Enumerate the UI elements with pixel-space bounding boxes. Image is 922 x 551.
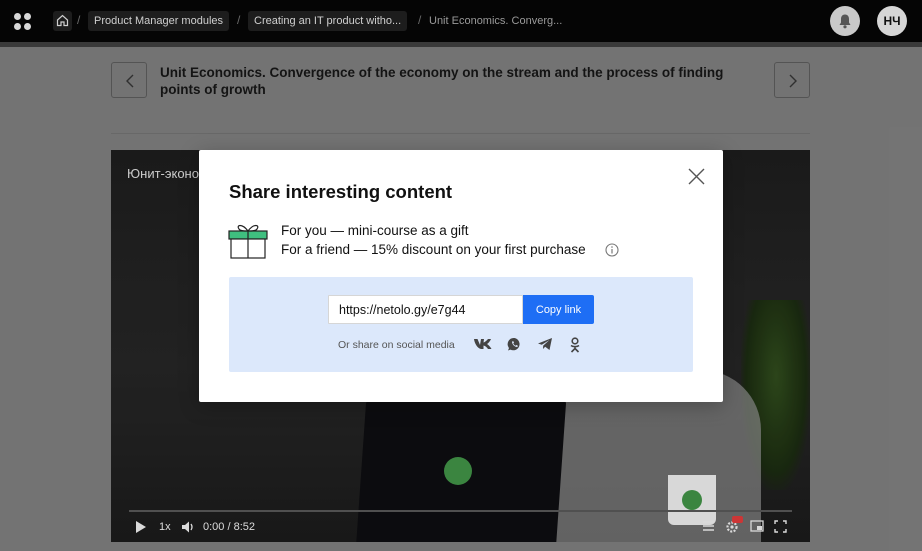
vk-icon[interactable]: [473, 337, 493, 351]
notifications-button[interactable]: [830, 6, 860, 36]
avatar[interactable]: НЧ: [877, 6, 907, 36]
share-modal: Share interesting content For you — mini…: [199, 150, 723, 402]
breadcrumb-separator: /: [237, 13, 241, 27]
odnoklassniki-icon[interactable]: [569, 337, 581, 353]
home-icon: [56, 14, 69, 27]
bell-icon: [839, 14, 851, 29]
breadcrumb-course[interactable]: Creating an IT product witho...: [248, 11, 408, 31]
breadcrumb-home[interactable]: [53, 11, 72, 31]
breadcrumb-separator: /: [418, 13, 422, 27]
share-link-field[interactable]: [328, 295, 523, 324]
breadcrumb-modules[interactable]: Product Manager modules: [88, 11, 230, 31]
telegram-icon[interactable]: [537, 337, 553, 351]
copy-link-button[interactable]: Copy link: [523, 295, 594, 324]
whatsapp-icon[interactable]: [507, 337, 522, 352]
modal-title: Share interesting content: [229, 181, 453, 202]
breadcrumb-current: Unit Economics. Converg...: [429, 15, 563, 27]
share-social-label: Or share on social media: [338, 339, 455, 351]
gift-icon: [228, 224, 268, 259]
offer-for-you: For you — mini-course as a gift: [281, 223, 469, 238]
breadcrumb-separator: /: [77, 13, 81, 27]
logo-icon[interactable]: [14, 13, 31, 30]
offer-for-friend: For a friend — 15% discount on your firs…: [281, 242, 586, 257]
share-panel: Copy link Or share on social media: [229, 277, 693, 372]
close-icon: [688, 168, 705, 185]
info-icon[interactable]: [605, 243, 619, 257]
top-navigation-bar: / Product Manager modules / Creating an …: [0, 0, 922, 42]
close-button[interactable]: [687, 167, 706, 186]
